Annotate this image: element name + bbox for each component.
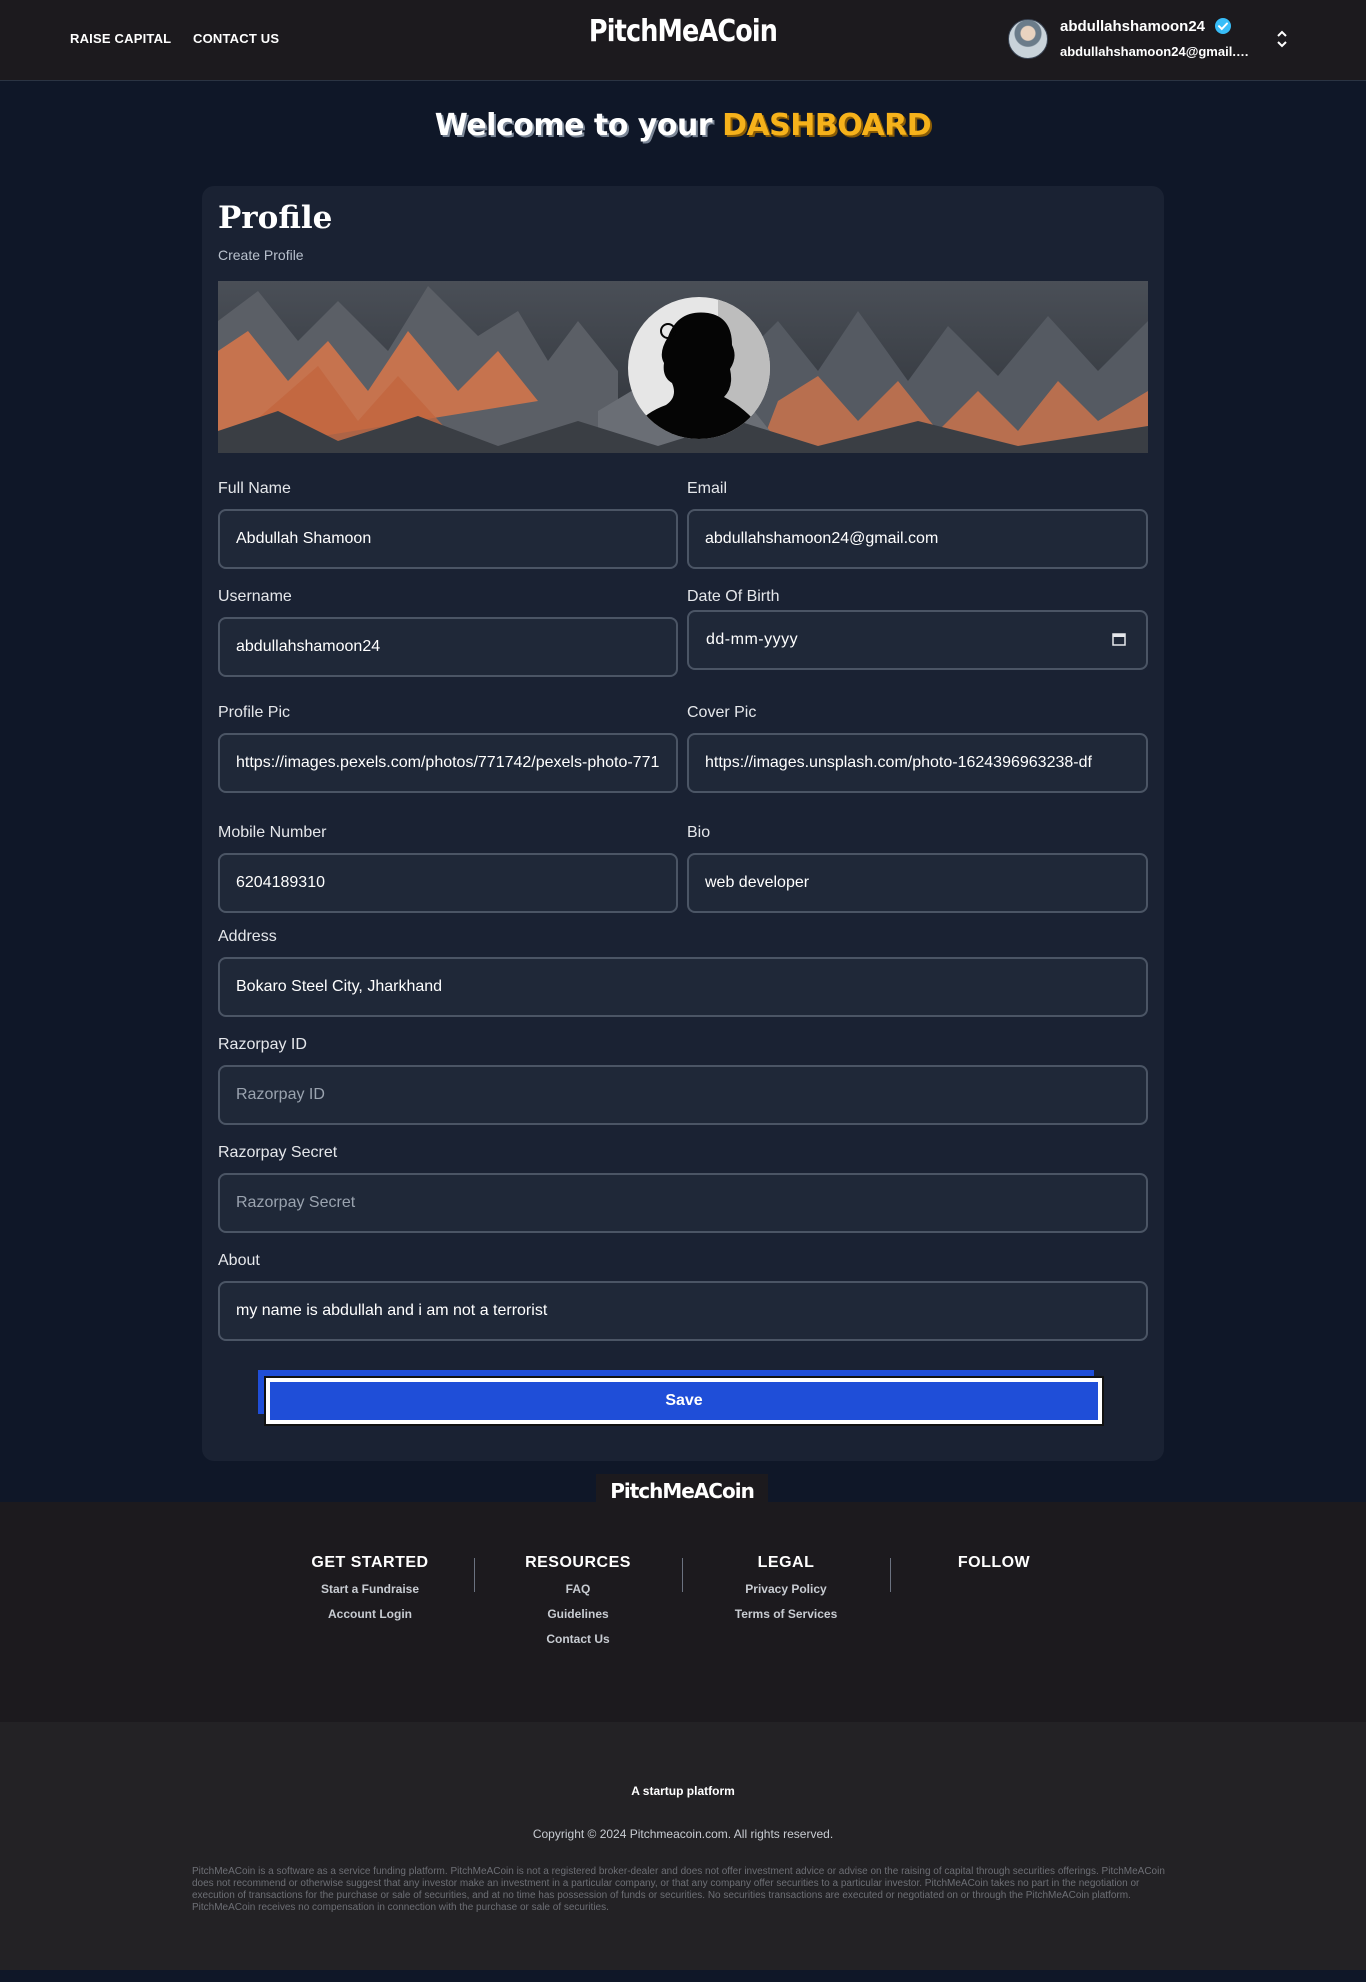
dob-input[interactable]: dd-mm-yyyy (687, 610, 1148, 670)
calendar-icon[interactable] (1112, 632, 1126, 646)
razorpay-id-label: Razorpay ID (218, 1036, 307, 1053)
cover-image (218, 281, 1148, 453)
username-input[interactable] (218, 617, 678, 677)
footer-col-get-started: GET STARTED Start a Fundraise Account Lo… (266, 1554, 474, 1632)
footer-copyright: Copyright © 2024 Pitchmeacoin.com. All r… (532, 1827, 834, 1841)
footer-link-start-fundraise[interactable]: Start a Fundraise (266, 1582, 474, 1596)
footer-tagline: A startup platform (631, 1784, 735, 1798)
footer-col-title: GET STARTED (311, 1554, 429, 1571)
top-header: RAISE CAPITAL CONTACT US PitchMeACoin ab… (0, 0, 1366, 81)
profile-picture (628, 297, 770, 439)
profile-pic-input[interactable] (218, 733, 678, 793)
welcome-highlight: DASHBOARD (722, 108, 932, 143)
footer-link-terms[interactable]: Terms of Services (682, 1607, 890, 1621)
footer-col-title: LEGAL (757, 1554, 815, 1571)
full-name-label: Full Name (218, 480, 291, 497)
footer-bottom: A startup platform Copyright © 2024 Pitc… (0, 1722, 1366, 1970)
cover-pic-label: Cover Pic (687, 704, 757, 721)
about-input[interactable] (218, 1281, 1148, 1341)
address-input[interactable] (218, 957, 1148, 1017)
footer-links: GET STARTED Start a Fundraise Account Lo… (0, 1502, 1366, 1722)
full-name-input[interactable] (218, 509, 678, 569)
cover-pic-input[interactable] (687, 733, 1148, 793)
footer-col-title: RESOURCES (525, 1554, 631, 1571)
about-label: About (218, 1252, 260, 1269)
footer-link-guidelines[interactable]: Guidelines (474, 1607, 682, 1621)
dob-label: Date Of Birth (687, 588, 780, 605)
user-name: abdullahshamoon24 (1060, 18, 1206, 35)
page-bottom-edge (0, 1970, 1366, 1982)
bio-input[interactable] (687, 853, 1148, 913)
page-title: Profile (218, 200, 333, 236)
username-label: Username (218, 588, 292, 605)
page-subtitle: Create Profile (218, 247, 304, 263)
mobile-input[interactable] (218, 853, 678, 913)
bio-label: Bio (687, 824, 711, 841)
chevron-up-down-icon[interactable] (1274, 28, 1290, 50)
welcome-prefix: Welcome to your (434, 108, 713, 143)
profile-card: Profile Create Profile Full Name Abdulla… (202, 186, 1164, 1461)
user-menu[interactable]: abdullahshamoon24 abdullahshamoon24@gmai… (1004, 14, 1304, 66)
verified-badge-icon (1215, 18, 1231, 34)
footer-link-contact-us[interactable]: Contact Us (474, 1632, 682, 1646)
footer-link-account-login[interactable]: Account Login (266, 1607, 474, 1621)
footer-col-resources: RESOURCES FAQ Guidelines Contact Us (474, 1554, 682, 1657)
footer-link-faq[interactable]: FAQ (474, 1582, 682, 1596)
razorpay-id-input[interactable] (218, 1065, 1148, 1125)
save-button[interactable]: Save (264, 1376, 1104, 1426)
footer-col-follow: FOLLOW (890, 1554, 1098, 1582)
razorpay-secret-input[interactable] (218, 1173, 1148, 1233)
footer-col-legal: LEGAL Privacy Policy Terms of Services (682, 1554, 890, 1632)
avatar (1008, 19, 1048, 59)
footer-link-privacy-policy[interactable]: Privacy Policy (682, 1582, 890, 1596)
razorpay-secret-label: Razorpay Secret (218, 1144, 338, 1161)
email-input[interactable] (687, 509, 1148, 569)
email-label: Email (687, 480, 728, 497)
dob-value: dd-mm-yyyy (706, 631, 799, 648)
user-email: abdullahshamoon24@gmail.com (1060, 44, 1256, 59)
address-label: Address (218, 928, 277, 945)
footer-col-title: FOLLOW (957, 1554, 1031, 1571)
welcome-heading: Welcome to your DASHBOARD (0, 108, 1366, 143)
profile-pic-label: Profile Pic (218, 704, 291, 721)
footer-disclaimer: PitchMeACoin is a software as a service … (192, 1866, 1165, 1913)
mobile-label: Mobile Number (218, 824, 327, 841)
